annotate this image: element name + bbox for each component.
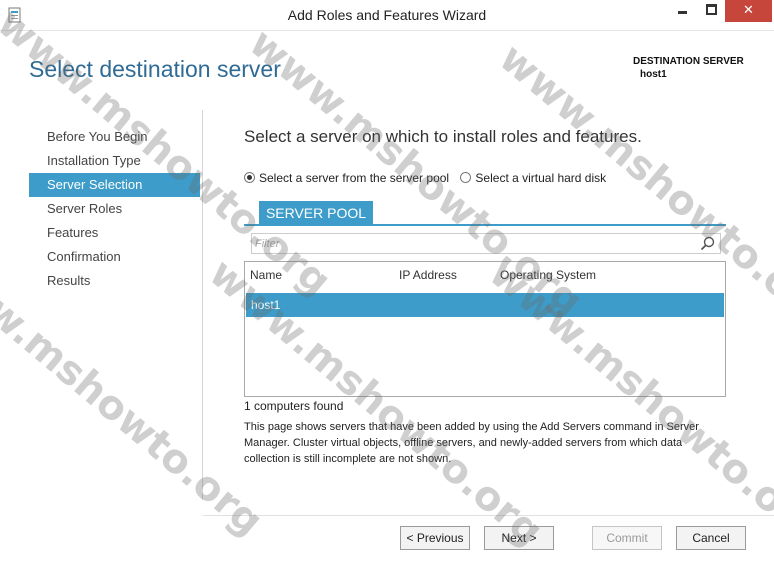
nav-item-server-roles[interactable]: Server Roles: [29, 197, 200, 221]
nav-item-features[interactable]: Features: [29, 221, 200, 245]
destination-server-value: host1: [640, 69, 667, 80]
previous-button[interactable]: < Previous: [400, 526, 470, 550]
nav-item-results[interactable]: Results: [29, 269, 200, 293]
maximize-button[interactable]: [697, 0, 725, 22]
next-button[interactable]: Next >: [484, 526, 554, 550]
column-header-operating-system[interactable]: Operating System: [500, 268, 596, 282]
nav-item-confirmation[interactable]: Confirmation: [29, 245, 200, 269]
nav-divider: [202, 110, 203, 500]
server-pool-radio[interactable]: [244, 172, 255, 183]
server-pool-description: This page shows servers that have been a…: [244, 421, 699, 465]
search-icon[interactable]: [700, 236, 715, 251]
virtual-hard-disk-radio[interactable]: [460, 172, 472, 183]
computers-found-count: 1 computers found: [244, 399, 344, 413]
table-row[interactable]: host1: [246, 293, 724, 317]
footer-divider: [203, 515, 774, 516]
virtual-hard-disk-radio-label[interactable]: Select a virtual hard disk: [475, 171, 606, 185]
close-icon: ✕: [743, 2, 754, 17]
server-name-cell: host1: [251, 298, 281, 312]
column-header-name[interactable]: Name: [250, 268, 282, 282]
server-list: Name IP Address Operating System host1: [244, 261, 726, 397]
window-title: Add Roles and Features Wizard: [287, 7, 487, 23]
minimize-icon: [677, 11, 687, 14]
nav-item-installation-type[interactable]: Installation Type: [29, 149, 200, 173]
cancel-button[interactable]: Cancel: [676, 526, 746, 550]
section-heading: Select a server on which to install role…: [244, 127, 642, 146]
page-title: Select destination server: [29, 56, 281, 82]
server-pool-radio-label[interactable]: Select a server from the server pool: [259, 171, 449, 185]
filter-box: [251, 233, 721, 254]
nav-item-before-you-begin[interactable]: Before You Begin: [29, 125, 200, 149]
server-source-options: Select a server from the server pool Sel…: [244, 171, 614, 185]
wizard-navigation: Before You Begin Installation Type Serve…: [29, 125, 200, 293]
filter-input[interactable]: [252, 235, 685, 253]
minimize-button[interactable]: [667, 0, 697, 22]
title-bar: Add Roles and Features Wizard ✕: [0, 0, 774, 31]
close-button[interactable]: ✕: [725, 0, 772, 22]
nav-item-server-selection[interactable]: Server Selection: [29, 173, 200, 197]
server-pool-underline: [244, 224, 726, 226]
column-header-ip-address[interactable]: IP Address: [399, 268, 457, 282]
server-pool-tab: SERVER POOL: [259, 201, 373, 226]
destination-server-label: DESTINATION SERVER: [633, 56, 744, 67]
maximize-icon: [705, 4, 717, 15]
commit-button[interactable]: Commit: [592, 526, 662, 550]
